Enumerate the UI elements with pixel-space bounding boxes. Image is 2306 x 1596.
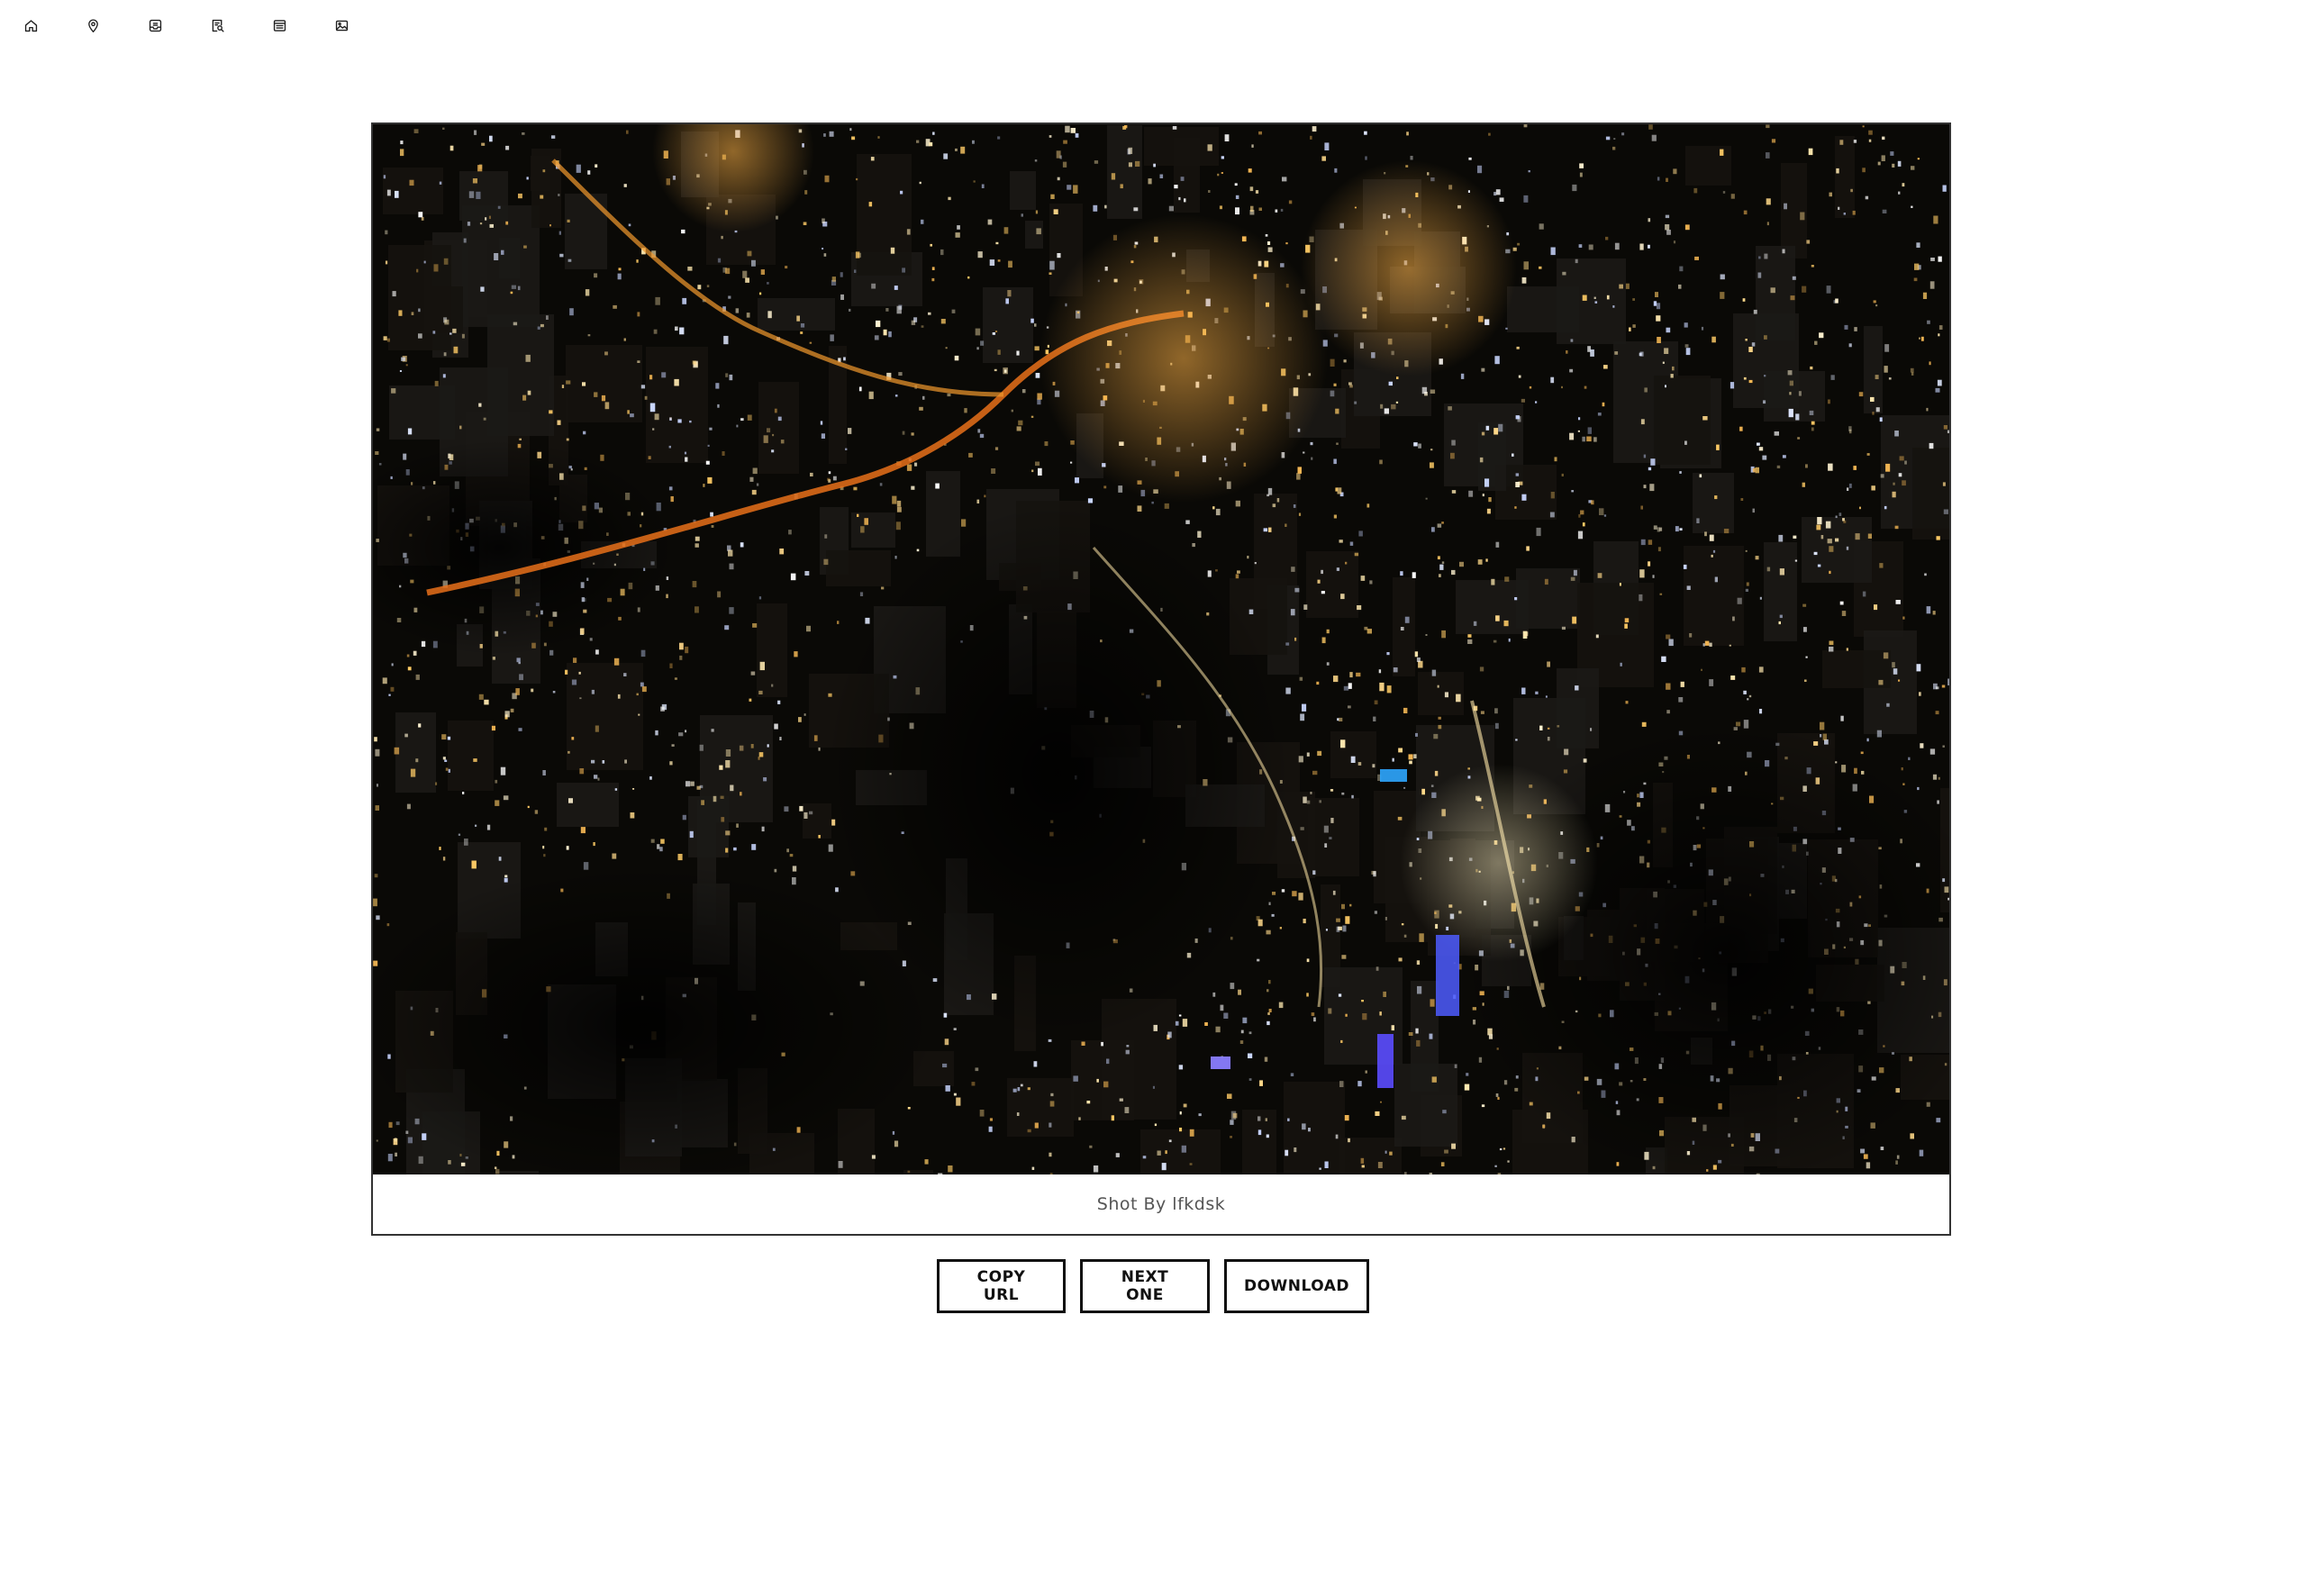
nav-inbox-button[interactable] — [146, 16, 164, 34]
download-button[interactable]: DOWNLOAD — [1224, 1259, 1369, 1313]
map-pin-icon — [87, 19, 98, 32]
action-bar: COPY URL NEXT ONE DOWNLOAD — [0, 1259, 2306, 1313]
photo-card: Shot By lfkdsk — [371, 122, 1951, 1236]
nav-location-button[interactable] — [84, 16, 102, 34]
nav-articles-button[interactable] — [270, 16, 288, 34]
inbox-icon — [149, 19, 161, 32]
nav-search-button[interactable] — [208, 16, 226, 34]
nav-gallery-button[interactable] — [332, 16, 350, 34]
copy-url-button[interactable]: COPY URL — [937, 1259, 1066, 1313]
image-icon — [335, 20, 348, 31]
newspaper-icon — [273, 19, 286, 32]
city-photo-illustration — [373, 124, 1949, 1174]
nav-home-button[interactable] — [22, 16, 40, 34]
next-one-button[interactable]: NEXT ONE — [1080, 1259, 1210, 1313]
photo-caption: Shot By lfkdsk — [1096, 1194, 1226, 1214]
top-nav — [22, 14, 350, 36]
night-city-photo — [373, 124, 1949, 1174]
search-document-icon — [212, 19, 224, 32]
home-icon — [24, 19, 37, 32]
